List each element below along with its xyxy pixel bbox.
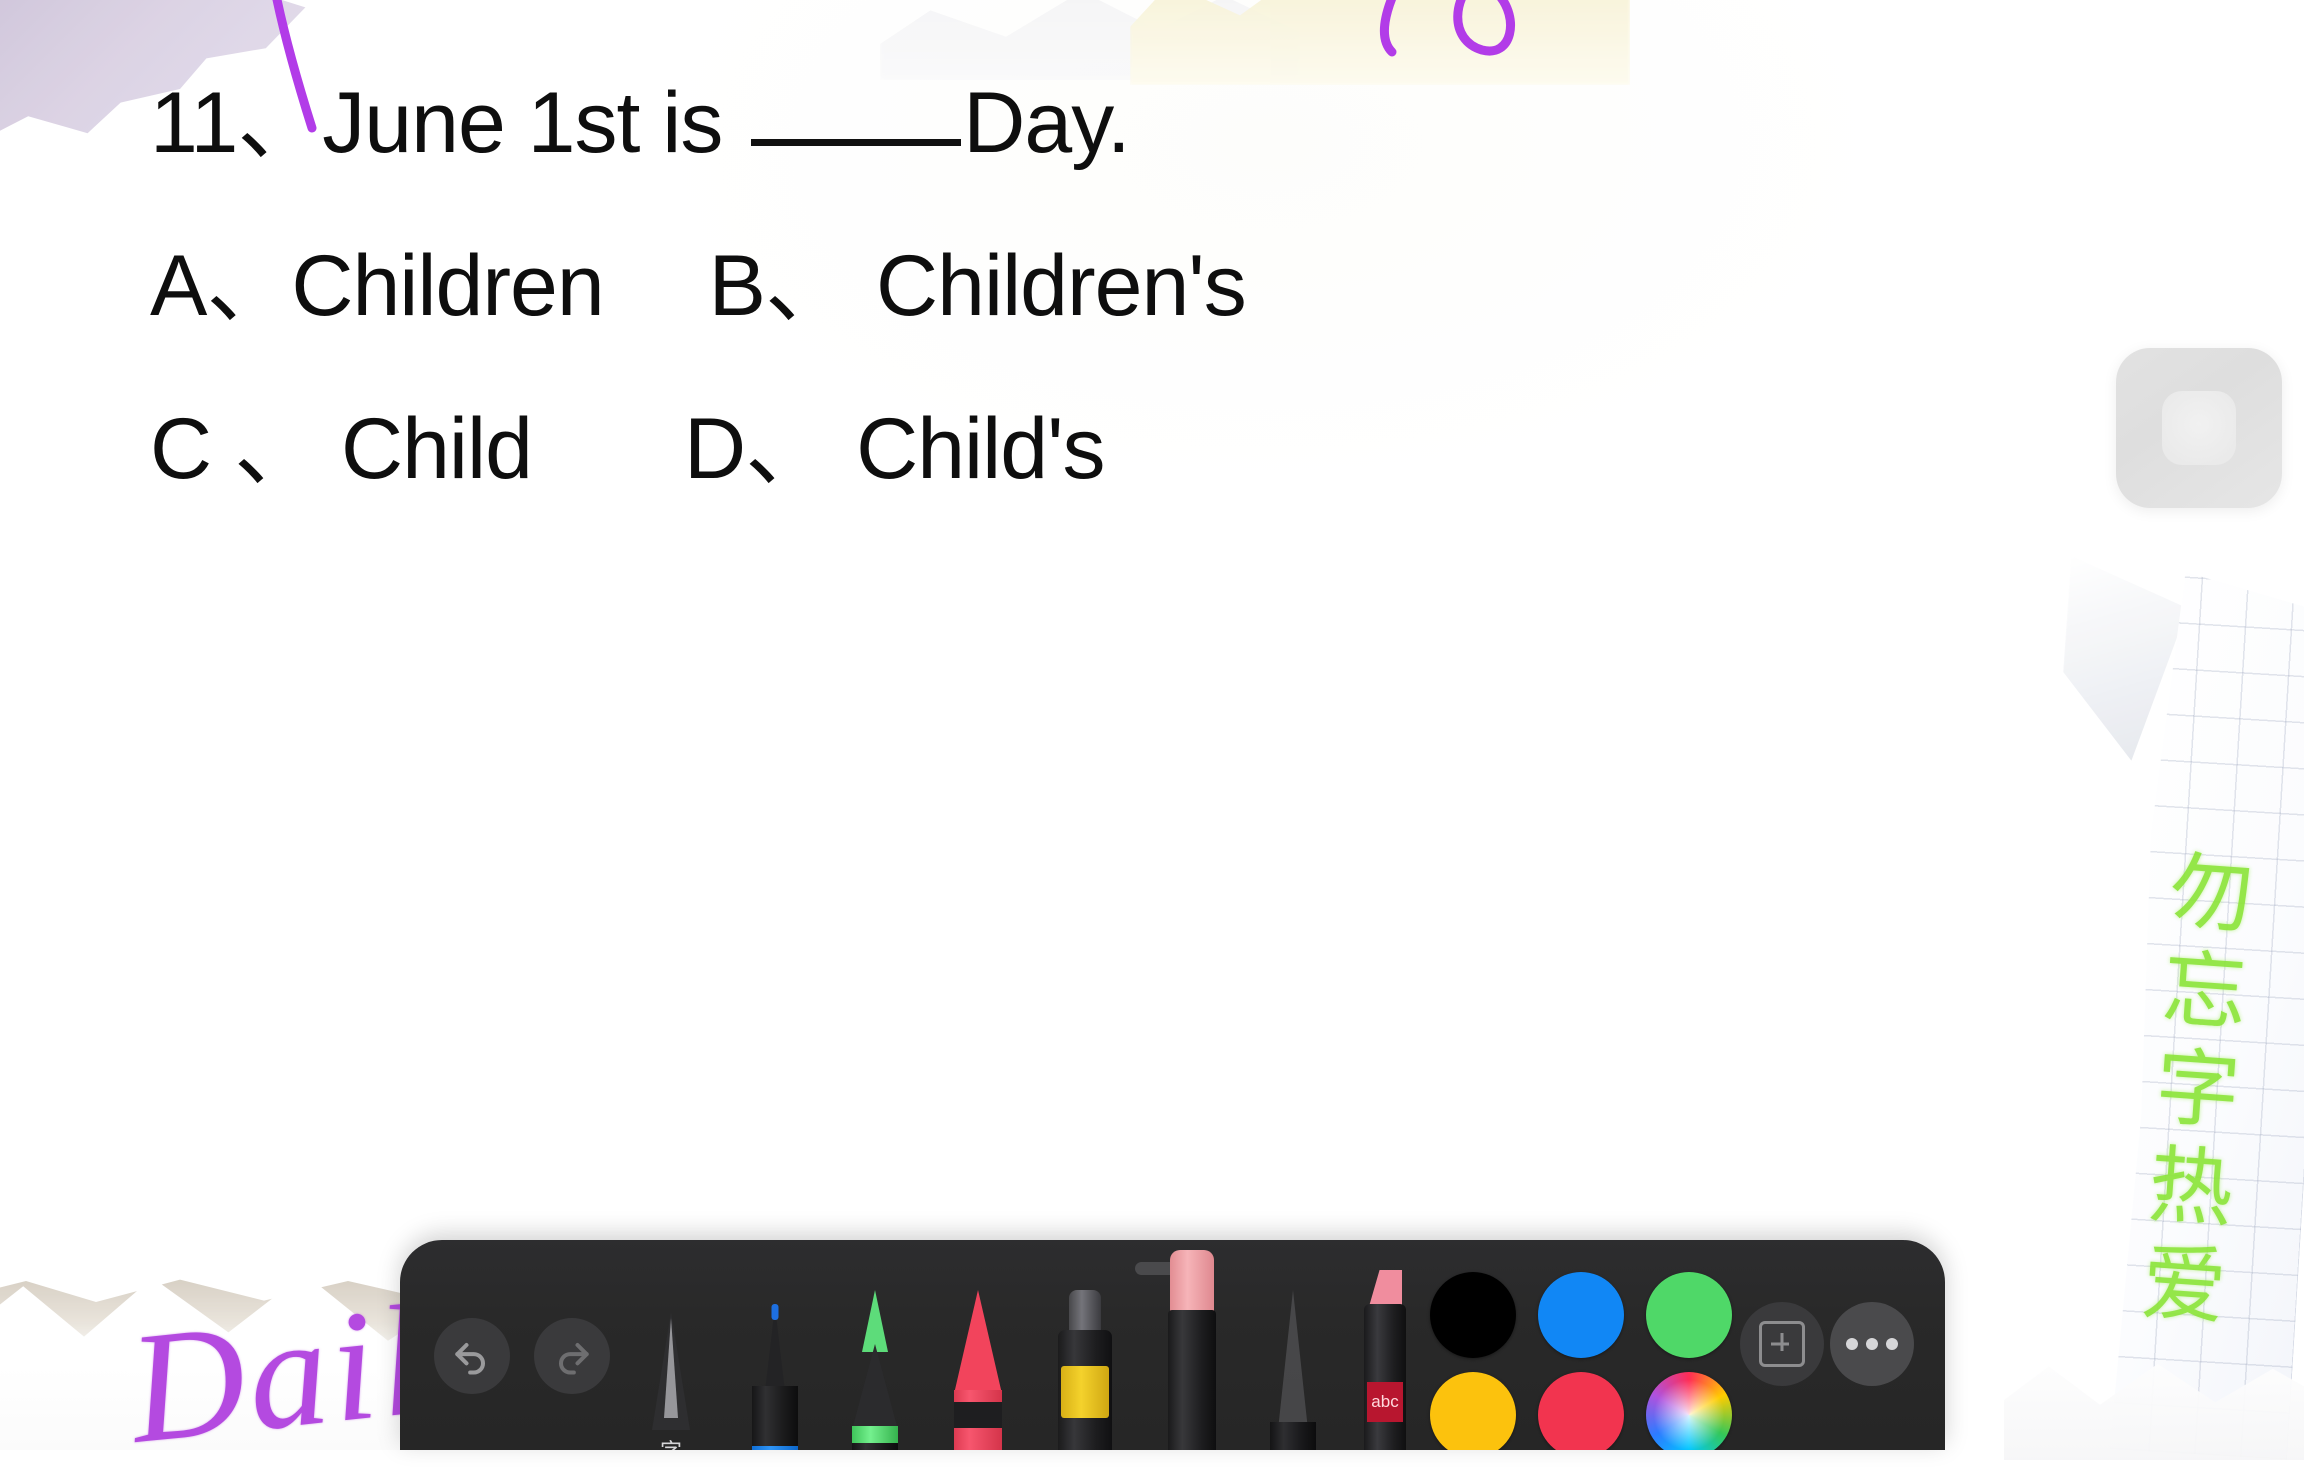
pencil-cone: [1278, 1290, 1308, 1430]
tool-fineliner-blue[interactable]: [752, 1304, 798, 1450]
answer-blank[interactable]: [751, 139, 962, 146]
white-torn-paper-right: [2004, 1364, 2304, 1460]
note-canvas[interactable]: 11、June 1st is Day. A、Children B、 Children…: [0, 0, 2304, 1477]
more-dot-3: [1886, 1338, 1898, 1350]
question-text-pre: June 1st is: [322, 75, 746, 171]
color-swatch-red[interactable]: [1538, 1372, 1624, 1450]
eraser-pink-head: [1170, 1250, 1214, 1316]
green-brush-band: [852, 1426, 898, 1443]
graph-paper-fold: [2057, 556, 2191, 764]
more-dot-2: [1866, 1338, 1878, 1350]
red-crayon-ring-top: [954, 1402, 1002, 1428]
purple-stroke-hook-1: [1379, 0, 1397, 57]
redo-arrow-icon: [559, 1342, 589, 1375]
question-text-post: Day.: [963, 75, 1130, 171]
option-b-text: Children's: [876, 238, 1247, 334]
question-block: 11、June 1st is Day. A、Children B、 Children…: [150, 42, 1247, 531]
drawing-toolbar[interactable]: 字 50: [400, 1240, 1945, 1450]
tool-brush-green[interactable]: 50: [852, 1290, 898, 1450]
redo-button[interactable]: [534, 1318, 610, 1394]
tool-highlighter-yellow[interactable]: [1058, 1290, 1112, 1450]
question-number: 11、: [150, 75, 323, 171]
add-color-button[interactable]: [1740, 1302, 1824, 1386]
green-brush-cone: [852, 1344, 898, 1430]
add-square-plus-icon: [1759, 1321, 1805, 1367]
floating-side-button[interactable]: [2116, 348, 2282, 508]
marker-abc-label: abc: [1367, 1382, 1403, 1422]
purple-stroke-loop: [1453, 0, 1515, 56]
red-crayon-tip: [954, 1290, 1002, 1394]
tool-pencil-graphite[interactable]: [1270, 1290, 1316, 1450]
question-stem: 11、June 1st is Day.: [150, 42, 1246, 205]
eraser-barrel: [1168, 1310, 1216, 1450]
option-c-text: Child: [341, 401, 533, 497]
tool-eraser-pink[interactable]: [1168, 1250, 1216, 1450]
tool-crayon-red[interactable]: [954, 1290, 1002, 1450]
option-a-letter: A、: [150, 238, 292, 334]
blue-pen-nib: [771, 1304, 779, 1320]
option-a-text: Children: [291, 238, 604, 334]
blue-pen-band: [752, 1446, 798, 1450]
highlighter-yellow-band: [1061, 1366, 1109, 1418]
tool-calligraphy-pen[interactable]: 字: [648, 1312, 694, 1450]
option-d-text: Child's: [856, 401, 1105, 497]
color-swatch-blue[interactable]: [1538, 1272, 1624, 1358]
undo-button[interactable]: [434, 1318, 510, 1394]
blue-pen-barrel: [752, 1386, 798, 1450]
color-swatch-yellow[interactable]: [1430, 1372, 1516, 1450]
green-brush-nib: [862, 1290, 888, 1352]
undo-arrow-icon: [455, 1342, 485, 1375]
marker-abc-barrel: [1364, 1304, 1406, 1450]
option-b-letter: B、: [708, 238, 851, 334]
color-swatch-green[interactable]: [1646, 1272, 1732, 1358]
color-swatch-grid[interactable]: [1430, 1272, 1732, 1450]
calligraphy-nib-highlight: [664, 1318, 678, 1418]
tool-marker-abc[interactable]: abc 80: [1360, 1270, 1406, 1450]
chinese-handwriting-annotation: 勿忘字热爱: [2125, 845, 2257, 1341]
calligraphy-pen-label: 字: [648, 1434, 694, 1450]
more-dot-1: [1846, 1338, 1858, 1350]
color-swatch-rainbow[interactable]: [1646, 1372, 1732, 1450]
option-row-ab: A、Children B、 Children's: [150, 205, 1247, 368]
option-d-letter: D、: [683, 401, 831, 497]
pencil-barrel: [1270, 1422, 1316, 1450]
color-swatch-black[interactable]: [1430, 1272, 1516, 1358]
more-options-button[interactable]: [1830, 1302, 1914, 1386]
option-row-cd: C 、 Child D、 Child's: [150, 368, 1246, 531]
option-c-letter: C 、: [150, 401, 320, 497]
